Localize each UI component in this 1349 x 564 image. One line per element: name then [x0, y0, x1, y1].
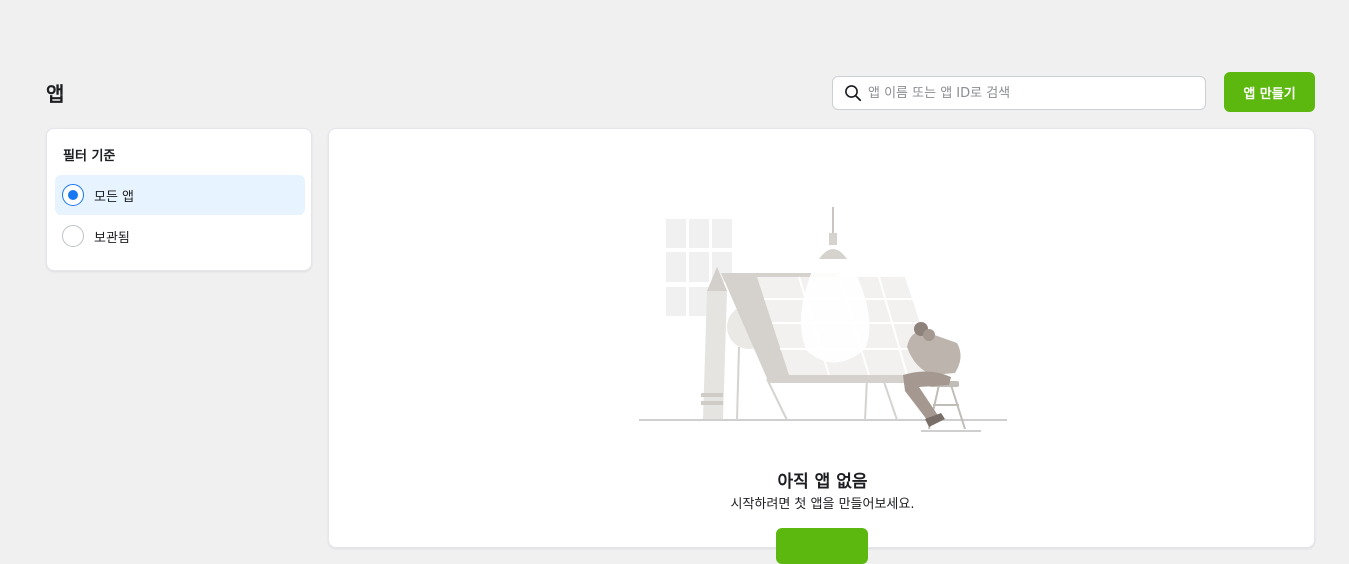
- empty-state-create-button[interactable]: [776, 528, 868, 564]
- search-input[interactable]: [868, 85, 1188, 101]
- filter-option-label: 보관됨: [94, 230, 130, 246]
- empty-state-subtitle: 시작하려면 첫 앱을 만들어보세요.: [730, 497, 915, 512]
- page-title: 앱: [46, 82, 65, 106]
- filter-option-archived[interactable]: 보관됨: [55, 216, 305, 256]
- apps-content-panel: 아직 앱 없음 시작하려면 첫 앱을 만들어보세요.: [328, 128, 1315, 564]
- filter-option-label: 모든 앱: [94, 189, 135, 205]
- create-app-button[interactable]: 앱 만들기: [1224, 72, 1315, 112]
- search-box[interactable]: [832, 76, 1206, 110]
- empty-state-illustration: [639, 207, 1007, 432]
- filter-panel: 필터 기준 모든 앱 보관됨: [46, 128, 312, 271]
- filter-title: 필터 기준: [63, 149, 116, 164]
- radio-archived[interactable]: [62, 225, 84, 247]
- radio-all-apps[interactable]: [62, 184, 84, 206]
- empty-state-title: 아직 앱 없음: [777, 472, 868, 492]
- search-icon: [845, 85, 862, 102]
- filter-option-all-apps[interactable]: 모든 앱: [55, 175, 305, 215]
